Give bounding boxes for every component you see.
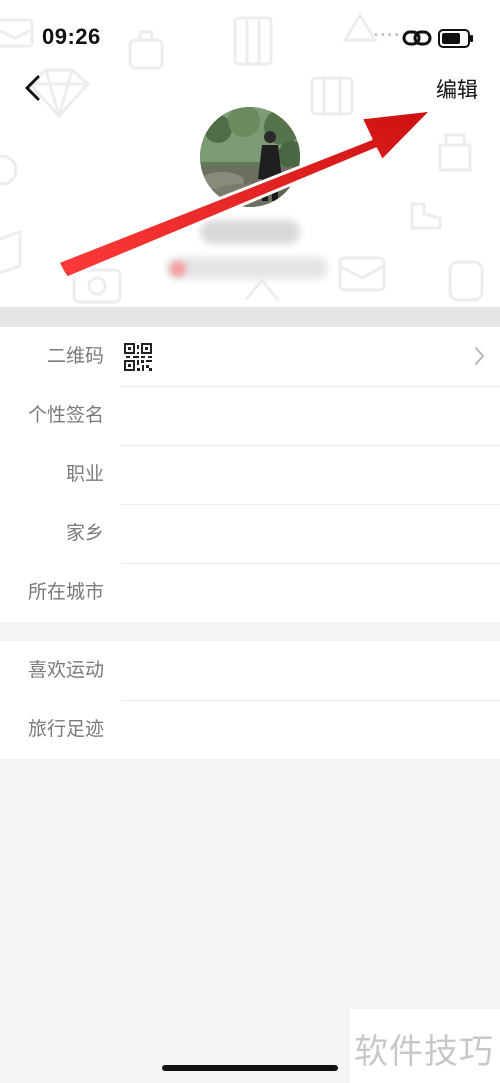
status-time: 09:26 bbox=[42, 24, 101, 49]
row-label: 旅行足迹 bbox=[27, 718, 104, 740]
watermark-text: 软件技巧 bbox=[354, 1032, 494, 1072]
section-divider bbox=[0, 307, 500, 327]
qr-code-icon bbox=[124, 343, 152, 371]
signal-dots: •••• bbox=[373, 30, 401, 41]
interests-list: 喜欢运动 旅行足迹 bbox=[0, 641, 500, 759]
profile-info-list: 二维码 个性签名 职业 家乡 所在城市 bbox=[0, 327, 500, 622]
row-label: 喜欢运动 bbox=[27, 659, 104, 681]
row-label: 所在城市 bbox=[27, 581, 104, 603]
profile-header: 09:26 •••• 编辑 bbox=[0, 0, 500, 307]
chevron-right-icon bbox=[475, 347, 484, 365]
chevron-left-icon bbox=[25, 75, 40, 101]
battery-icon bbox=[438, 29, 473, 48]
username-obscured bbox=[200, 220, 300, 244]
subtitle-icon-obscured bbox=[170, 261, 186, 277]
avatar[interactable] bbox=[200, 107, 300, 207]
link-icon bbox=[402, 30, 432, 46]
row-signature[interactable]: 个性签名 bbox=[0, 386, 500, 445]
row-qr-code[interactable]: 二维码 bbox=[0, 327, 500, 386]
avatar-photo bbox=[200, 107, 300, 207]
home-indicator[interactable] bbox=[162, 1065, 338, 1071]
row-favorite-sports[interactable]: 喜欢运动 bbox=[0, 641, 500, 700]
row-occupation[interactable]: 职业 bbox=[0, 445, 500, 504]
row-label: 个性签名 bbox=[27, 404, 104, 426]
user-subtitle-obscured bbox=[166, 257, 328, 279]
back-button[interactable] bbox=[14, 70, 50, 106]
row-city[interactable]: 所在城市 bbox=[0, 563, 500, 622]
row-label: 家乡 bbox=[65, 522, 104, 544]
row-hometown[interactable]: 家乡 bbox=[0, 504, 500, 563]
row-travel-footprints[interactable]: 旅行足迹 bbox=[0, 700, 500, 759]
edit-button[interactable]: 编辑 bbox=[436, 74, 478, 104]
row-label: 二维码 bbox=[46, 345, 104, 367]
row-label: 职业 bbox=[65, 463, 104, 485]
